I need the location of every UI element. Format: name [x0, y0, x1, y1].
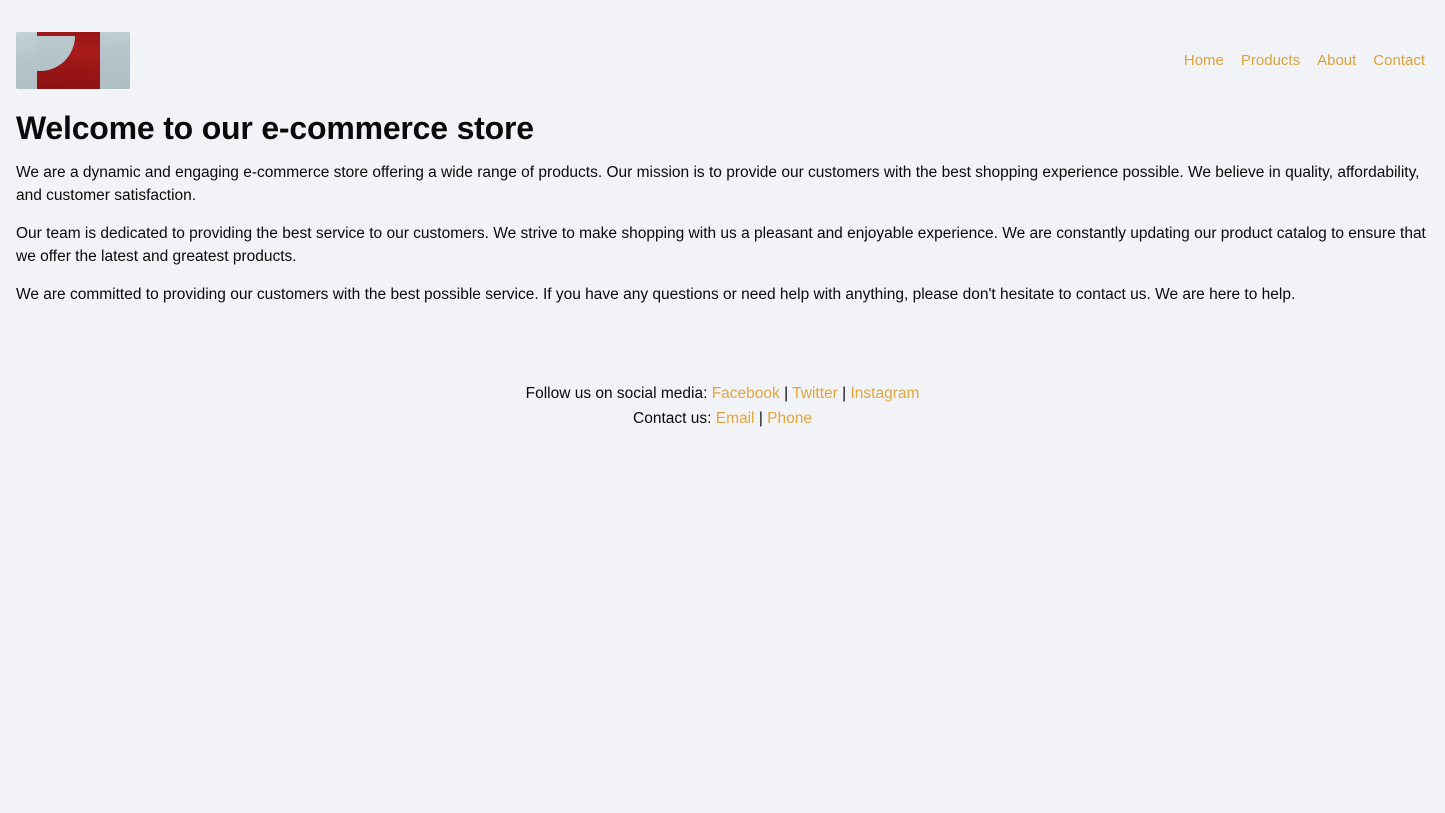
social-media-line: Follow us on social media: Facebook | Tw…	[16, 381, 1429, 406]
nav-link-home[interactable]: Home	[1184, 53, 1224, 68]
nav-link-products[interactable]: Products	[1241, 53, 1300, 68]
intro-paragraph-2: Our team is dedicated to providing the b…	[16, 224, 1426, 266]
footer-link-instagram[interactable]: Instagram	[850, 385, 919, 402]
main-content: Welcome to our e-commerce store We are a…	[16, 92, 1429, 307]
nav-link-contact[interactable]: Contact	[1373, 53, 1425, 68]
footer-link-phone[interactable]: Phone	[767, 410, 812, 427]
main-navigation: Home Products About Contact	[1184, 53, 1429, 68]
site-header: Home Products About Contact	[16, 28, 1429, 92]
footer-link-facebook[interactable]: Facebook	[712, 385, 780, 402]
page-title: Welcome to our e-commerce store	[16, 110, 534, 146]
contact-label: Contact us:	[633, 409, 712, 427]
social-media-label: Follow us on social media:	[525, 384, 708, 402]
contact-line: Contact us: Email | Phone	[16, 406, 1429, 431]
site-footer: Follow us on social media: Facebook | Tw…	[16, 381, 1429, 431]
intro-paragraph-1: We are a dynamic and engaging e-commerce…	[16, 163, 1420, 205]
nav-link-about[interactable]: About	[1317, 53, 1356, 68]
store-logo[interactable]	[16, 31, 130, 89]
page-container: Home Products About Contact Welcome to o…	[0, 0, 1445, 431]
footer-link-email[interactable]: Email	[716, 410, 755, 427]
footer-link-twitter[interactable]: Twitter	[792, 385, 838, 402]
intro-paragraph-3: We are committed to providing our custom…	[16, 285, 1296, 303]
